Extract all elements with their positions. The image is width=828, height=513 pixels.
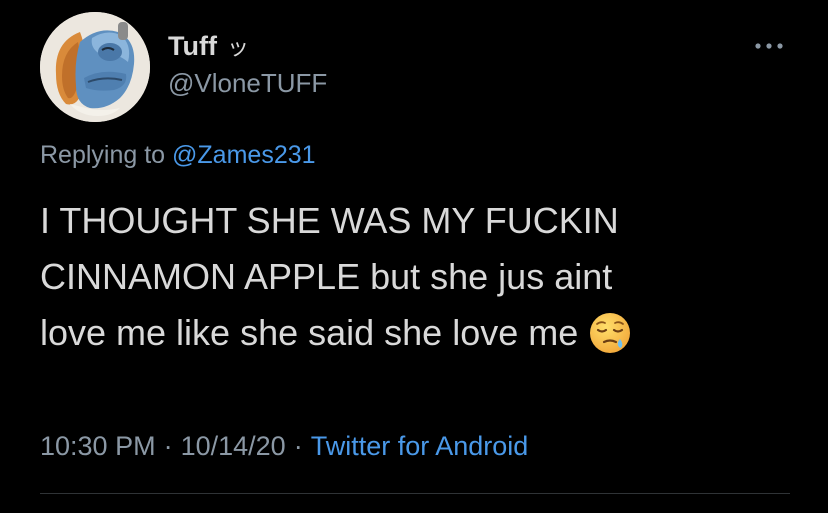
tweet-date[interactable]: 10/14/20 xyxy=(181,431,286,461)
avatar-image xyxy=(40,12,150,122)
name-symbol: ッ xyxy=(226,36,249,61)
display-name[interactable]: Tuff xyxy=(168,31,217,62)
tweet-line: love me like she said she love me xyxy=(40,312,579,353)
reply-mention-link[interactable]: @Zames231 xyxy=(172,141,316,169)
meta-separator: · xyxy=(163,431,173,461)
tweet: Tuff ッ @VloneTUFF Replying to @Zames231 … xyxy=(0,0,828,513)
more-horizontal-icon[interactable] xyxy=(752,36,786,56)
display-name-row: Tuff ッ xyxy=(168,28,327,64)
tweet-source-link[interactable]: Twitter for Android xyxy=(311,431,529,461)
author-block[interactable]: Tuff ッ @VloneTUFF xyxy=(168,28,327,100)
tweet-time[interactable]: 10:30 PM xyxy=(40,431,156,461)
user-handle[interactable]: @VloneTUFF xyxy=(168,66,327,100)
replying-to: Replying to @Zames231 xyxy=(40,138,316,172)
divider xyxy=(40,493,790,494)
tweet-line: CINNAMON APPLE but she jus aint xyxy=(40,256,613,297)
avatar[interactable] xyxy=(40,12,150,122)
sleepy-face-icon xyxy=(588,311,632,355)
tweet-meta: 10:30 PM · 10/14/20 · Twitter for Android xyxy=(40,428,528,464)
replying-prefix: Replying to xyxy=(40,141,166,169)
tweet-line: I THOUGHT SHE WAS MY FUCKIN xyxy=(40,200,619,241)
meta-separator: · xyxy=(293,431,303,461)
tweet-line-last: love me like she said she love me xyxy=(40,305,810,361)
tweet-text: I THOUGHT SHE WAS MY FUCKIN CINNAMON APP… xyxy=(40,193,810,361)
